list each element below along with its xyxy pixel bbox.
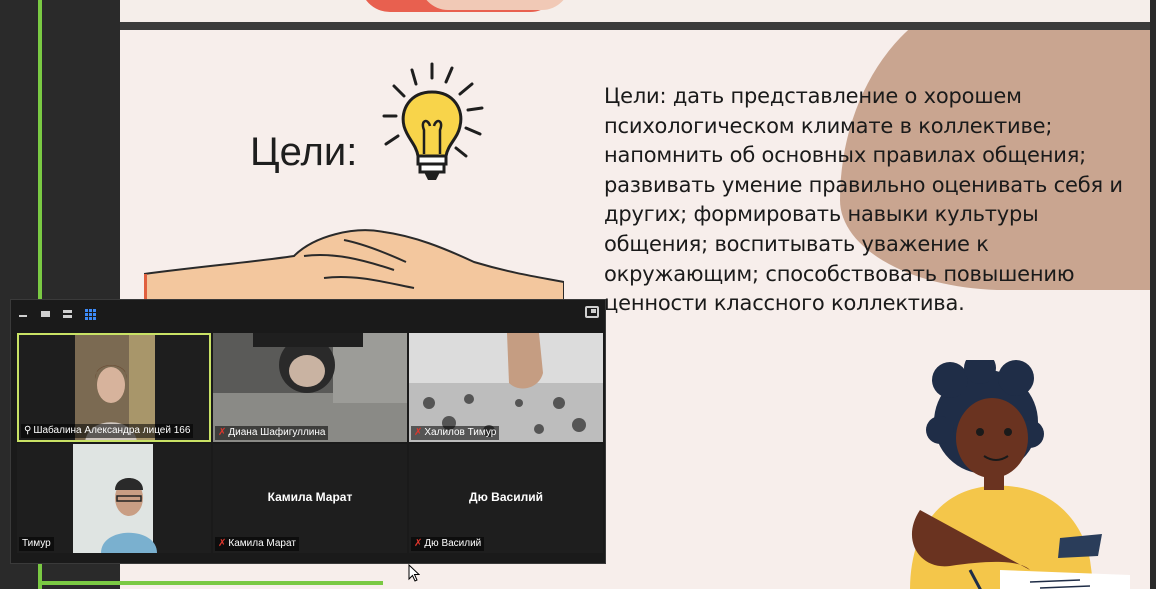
- participant-tile[interactable]: Дю Василий ✗ Дю Василий: [409, 444, 603, 553]
- participant-tile[interactable]: ⚲ Шабалина Александра лицей 166: [17, 333, 211, 442]
- pin-icon: ⚲: [24, 425, 32, 436]
- participant-name: Шабалина Александра лицей 166: [33, 425, 191, 436]
- participant-tile[interactable]: Тимур: [17, 444, 211, 553]
- screen: Цели: Цели: дать представление о хорошем…: [0, 0, 1156, 589]
- muted-mic-icon: ✗: [218, 538, 227, 549]
- muted-mic-icon: ✗: [218, 427, 227, 438]
- previous-slide-strip: [120, 0, 1150, 22]
- speaker-view-icon[interactable]: [41, 309, 51, 319]
- participant-name: Халилов Тимур: [424, 427, 497, 438]
- handshake-illustration: [144, 229, 564, 306]
- minimize-icon[interactable]: [19, 309, 29, 319]
- slide-separator: [120, 22, 1150, 30]
- participant-tile[interactable]: ✗ Халилов Тимур: [409, 333, 603, 442]
- strip-view-icon[interactable]: [63, 309, 73, 319]
- slide-title: Цели:: [250, 130, 358, 174]
- lightbulb-icon: [382, 62, 484, 180]
- participant-name: Дю Василий: [424, 538, 482, 549]
- slide-goals-text: Цели: дать представление о хорошем психо…: [604, 84, 1123, 316]
- screen-share-border-bottom: [38, 581, 383, 585]
- participant-tile[interactable]: Камила Марат ✗ Камила Марат: [213, 444, 407, 553]
- muted-mic-icon: ✗: [414, 538, 423, 549]
- video-gallery-panel: ⚲ Шабалина Александра лицей 166 ✗ Диана Ша…: [10, 299, 606, 564]
- participant-display-name: Дю Василий: [469, 490, 543, 504]
- participant-display-name: Камила Марат: [267, 490, 353, 504]
- gallery-toolbar: [11, 300, 605, 330]
- girl-writing-illustration: [910, 360, 1130, 589]
- muted-mic-icon: ✗: [414, 427, 423, 438]
- exit-fullscreen-icon[interactable]: [585, 306, 599, 318]
- participant-name: Диана Шафигуллина: [228, 427, 326, 438]
- participant-tile[interactable]: ✗ Диана Шафигуллина: [213, 333, 407, 442]
- gallery-view-icon[interactable]: [85, 309, 97, 320]
- participant-name: Камила Марат: [228, 538, 296, 549]
- participant-name: Тимур: [22, 538, 51, 549]
- mouse-cursor-icon: [408, 564, 420, 582]
